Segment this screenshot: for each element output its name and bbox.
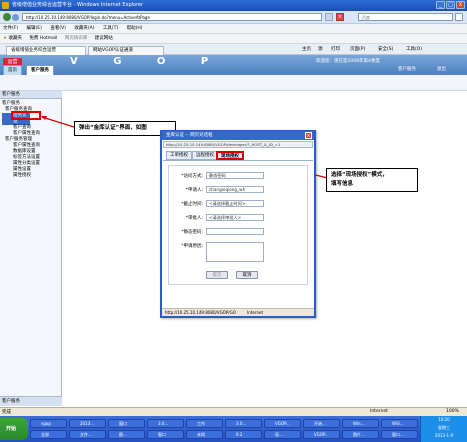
- taskbar-btn[interactable]: Win...: [342, 419, 379, 428]
- dialog-tab-remote[interactable]: 远程授权: [192, 151, 218, 160]
- taskbar-btn[interactable]: 文件...: [69, 430, 106, 439]
- clock-date: 2013-1-9: [434, 433, 454, 438]
- deadline-field[interactable]: <请选择截止时间>: [206, 200, 264, 207]
- taskbar-btn[interactable]: 现...: [264, 430, 301, 439]
- dialog-title: 金库认证 -- 网页对话框: [162, 131, 314, 140]
- system-tray: 10:20 星期三 2013-1-9: [420, 416, 467, 442]
- label-access-mode: *访问方式:: [181, 174, 203, 179]
- auth-form: [168, 165, 308, 285]
- reason-textarea[interactable]: [206, 242, 264, 262]
- status-text: 完成: [2, 410, 11, 415]
- clock-time[interactable]: 10:20: [421, 416, 467, 424]
- label-reason: *申请原因:: [181, 244, 203, 249]
- taskbar-btn[interactable]: VGOP...: [303, 430, 340, 439]
- taskbar-btn[interactable]: 3.0...: [225, 419, 262, 428]
- taskbar-btn[interactable]: 图...: [108, 430, 145, 439]
- submit-button[interactable]: 提交: [206, 271, 228, 279]
- dialog-close-icon[interactable]: ×: [305, 132, 312, 139]
- dialog-tab-ticket[interactable]: 工单授权: [166, 151, 192, 160]
- dialog-status-zone: Internet: [247, 310, 264, 315]
- label-applicant: *申请人:: [185, 188, 203, 193]
- approver-select[interactable]: <请选择审批人>: [206, 214, 264, 221]
- dialog-tab-onsite[interactable]: 现场授权: [216, 151, 244, 160]
- callout-onsite-line1: 选择“现场授权”模式，: [331, 172, 388, 178]
- label-deadline: *截止时间:: [181, 202, 203, 207]
- clock-day: 星期三: [438, 425, 450, 430]
- status-zoom[interactable]: 100%: [446, 407, 459, 416]
- applicant-field[interactable]: zhangxiqiong_wh: [206, 186, 264, 193]
- callout-onsite-line2: 填写信息: [331, 181, 354, 187]
- taskbar-btn[interactable]: 窗口: [108, 419, 145, 428]
- taskbar-btn[interactable]: vgop: [30, 419, 67, 428]
- dialog-status-url: http://10.25.10.149:8080/VGOP/GO: [165, 310, 236, 315]
- arrow-left: [41, 116, 75, 128]
- taskbar-btn[interactable]: 图片...: [342, 430, 379, 439]
- taskbar-btn[interactable]: 开始...: [303, 419, 340, 428]
- static-password-field[interactable]: [206, 228, 264, 235]
- taskbar-btn[interactable]: 窗口: [147, 430, 184, 439]
- start-button[interactable]: 开始: [0, 418, 28, 440]
- dialog-status-bar: http://10.25.10.149:8080/VGOP/GO Interne…: [162, 308, 314, 316]
- taskbar-btn[interactable]: 2013...: [69, 419, 106, 428]
- taskbar-btn[interactable]: 全部: [30, 430, 67, 439]
- dialog-tab-divider: [163, 160, 313, 161]
- taskbar-btn[interactable]: 未知: [186, 430, 223, 439]
- taskbar-btn[interactable]: 工作: [186, 419, 223, 428]
- taskbar-btn[interactable]: 9.2: [225, 430, 262, 439]
- access-mode-select[interactable]: 静态密码: [206, 172, 264, 179]
- callout-onsite: 选择“现场授权”模式， 填写信息: [326, 168, 418, 192]
- taskbar-btn[interactable]: 3.0...: [147, 419, 184, 428]
- taskbar-btn[interactable]: WSI...: [381, 419, 418, 428]
- label-static-password: *静态密码:: [181, 230, 203, 235]
- cancel-button[interactable]: 取消: [236, 271, 258, 279]
- status-zone: Internet: [370, 409, 388, 414]
- taskbar-btn[interactable]: VGOP...: [264, 419, 301, 428]
- dialog-address: http://10.25.10.149:8080/VGOP/developer/…: [163, 141, 313, 148]
- label-approver: *审批人:: [185, 216, 203, 221]
- status-bar: 完成: [0, 407, 467, 416]
- taskbar-btn[interactable]: 窗口...: [381, 430, 418, 439]
